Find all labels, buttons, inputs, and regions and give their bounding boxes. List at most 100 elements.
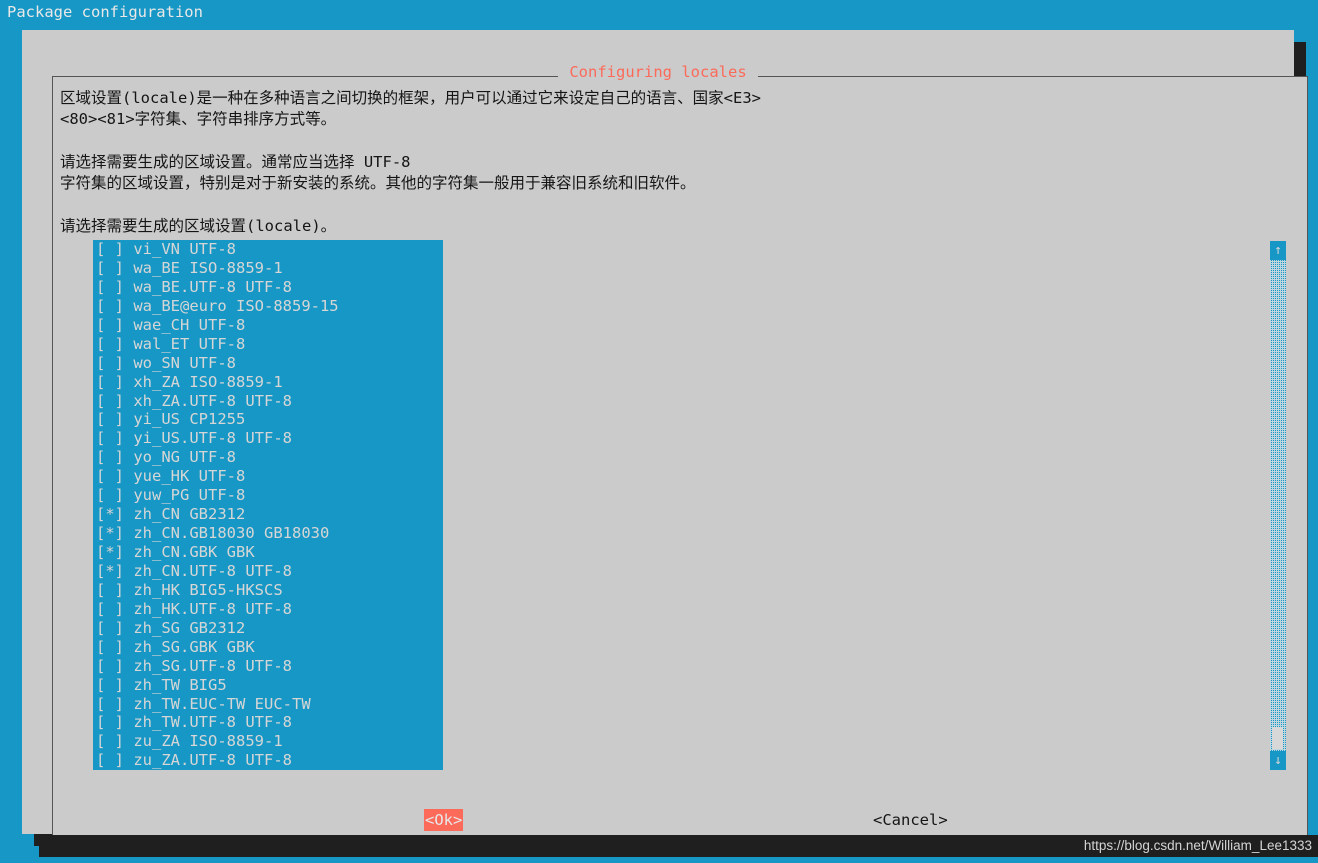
- checkbox-unchecked-icon[interactable]: [ ]: [96, 600, 124, 618]
- locale-list-item[interactable]: [ ] xh_ZA ISO-8859-1: [93, 373, 443, 392]
- locale-list-item[interactable]: [ ] wo_SN UTF-8: [93, 354, 443, 373]
- checkbox-unchecked-icon[interactable]: [ ]: [96, 448, 124, 466]
- locale-list-item[interactable]: [*] zh_CN.GB18030 GB18030: [93, 524, 443, 543]
- scroll-up-arrow-icon[interactable]: ↑: [1270, 241, 1286, 260]
- locale-list-item-label: zh_CN.GB18030 GB18030: [133, 524, 330, 543]
- checkbox-unchecked-icon[interactable]: [ ]: [96, 657, 124, 675]
- checkbox-unchecked-icon[interactable]: [ ]: [96, 410, 124, 428]
- locale-list-item[interactable]: [ ] zh_SG.GBK GBK: [93, 638, 443, 657]
- checkbox-unchecked-icon[interactable]: [ ]: [96, 240, 124, 258]
- locale-list-item[interactable]: [ ] zh_SG.UTF-8 UTF-8: [93, 657, 443, 676]
- locale-list-item[interactable]: [ ] wa_BE@euro ISO-8859-15: [93, 297, 443, 316]
- locale-list-item[interactable]: [ ] yi_US CP1255: [93, 410, 443, 429]
- locale-list-item[interactable]: [ ] zh_HK BIG5-HKSCS: [93, 581, 443, 600]
- checkbox-unchecked-icon[interactable]: [ ]: [96, 278, 124, 296]
- checkbox-unchecked-icon[interactable]: [ ]: [96, 713, 124, 731]
- locale-list-item[interactable]: [ ] zu_ZA.UTF-8 UTF-8: [93, 751, 443, 770]
- cancel-button[interactable]: <Cancel>: [872, 809, 949, 831]
- locale-list-item[interactable]: [ ] wal_ET UTF-8: [93, 335, 443, 354]
- locale-list-item[interactable]: [ ] wa_BE ISO-8859-1: [93, 259, 443, 278]
- checkbox-unchecked-icon[interactable]: [ ]: [96, 751, 124, 769]
- locale-list-item-label: zu_ZA.UTF-8 UTF-8: [133, 751, 292, 770]
- checkbox-unchecked-icon[interactable]: [ ]: [96, 619, 124, 637]
- checkbox-unchecked-icon[interactable]: [ ]: [96, 429, 124, 447]
- locale-list-item-label: xh_ZA.UTF-8 UTF-8: [133, 391, 292, 410]
- locale-list-item-label: yi_US CP1255: [133, 410, 246, 429]
- checkbox-unchecked-icon[interactable]: [ ]: [96, 486, 124, 504]
- locale-listbox[interactable]: [ ] vi_VN UTF-8[ ] wa_BE ISO-8859-1[ ] w…: [93, 240, 443, 770]
- locale-list-item-label: wo_SN UTF-8: [133, 353, 236, 372]
- checkbox-checked-icon[interactable]: [*]: [96, 543, 124, 561]
- locale-list-item[interactable]: [ ] zh_TW.UTF-8 UTF-8: [93, 713, 443, 732]
- locale-list-item[interactable]: [ ] zh_TW.EUC-TW EUC-TW: [93, 695, 443, 714]
- locale-list-item[interactable]: [*] zh_CN GB2312: [93, 505, 443, 524]
- body-line: 请选择需要生成的区域设置。通常应当选择 UTF-8: [60, 152, 411, 171]
- body-line: <80><81>字符集、字符串排序方式等。: [60, 110, 337, 129]
- locale-list-item-label: zh_CN.UTF-8 UTF-8: [133, 561, 292, 580]
- locale-list-item[interactable]: [ ] wae_CH UTF-8: [93, 316, 443, 335]
- body-blank-line: [60, 194, 1270, 215]
- ok-button[interactable]: <Ok>: [424, 809, 464, 831]
- checkbox-unchecked-icon[interactable]: [ ]: [96, 695, 124, 713]
- locale-list-item-label: zh_SG.GBK GBK: [133, 637, 255, 656]
- screen-title: Package configuration: [7, 3, 203, 21]
- checkbox-unchecked-icon[interactable]: [ ]: [96, 467, 124, 485]
- locale-list-item[interactable]: [ ] yo_NG UTF-8: [93, 448, 443, 467]
- locale-list-item-label: zh_HK BIG5-HKSCS: [133, 580, 283, 599]
- locale-list-item-label: zh_SG.UTF-8 UTF-8: [133, 656, 292, 675]
- locale-list-item-label: wa_BE ISO-8859-1: [133, 258, 283, 277]
- checkbox-unchecked-icon[interactable]: [ ]: [96, 373, 124, 391]
- locale-list-item-label: wal_ET UTF-8: [133, 334, 246, 353]
- locale-list-item[interactable]: [ ] vi_VN UTF-8: [93, 240, 443, 259]
- locale-list-item[interactable]: [ ] yi_US.UTF-8 UTF-8: [93, 429, 443, 448]
- checkbox-unchecked-icon[interactable]: [ ]: [96, 732, 124, 750]
- locale-list-item-label: zh_HK.UTF-8 UTF-8: [133, 599, 292, 618]
- locale-list-item-label: xh_ZA ISO-8859-1: [133, 372, 283, 391]
- watermark: https://blog.csdn.net/William_Lee1333: [39, 835, 1318, 857]
- locale-list-item[interactable]: [*] zh_CN.GBK GBK: [93, 543, 443, 562]
- locale-list-item-label: zh_TW.EUC-TW EUC-TW: [133, 694, 311, 713]
- locale-list-item[interactable]: [ ] zh_SG GB2312: [93, 619, 443, 638]
- checkbox-unchecked-icon[interactable]: [ ]: [96, 581, 124, 599]
- checkbox-checked-icon[interactable]: [*]: [96, 562, 124, 580]
- locale-list-item[interactable]: [ ] wa_BE.UTF-8 UTF-8: [93, 278, 443, 297]
- checkbox-unchecked-icon[interactable]: [ ]: [96, 335, 124, 353]
- locale-list-item[interactable]: [ ] zu_ZA ISO-8859-1: [93, 732, 443, 751]
- checkbox-unchecked-icon[interactable]: [ ]: [96, 297, 124, 315]
- dialog-body-text: 区域设置(locale)是一种在多种语言之间切换的框架，用户可以通过它来设定自己…: [60, 88, 1270, 237]
- package-configuration-dialog: Configuring locales 区域设置(locale)是一种在多种语言…: [22, 30, 1308, 854]
- locale-list-item-label: zh_SG GB2312: [133, 618, 246, 637]
- locale-list-item-label: yi_US.UTF-8 UTF-8: [133, 429, 292, 448]
- checkbox-unchecked-icon[interactable]: [ ]: [96, 354, 124, 372]
- scrollbar-thumb[interactable]: [1272, 727, 1283, 749]
- locale-list-item-label: zh_TW.UTF-8 UTF-8: [133, 713, 292, 732]
- locale-list-item-label: wa_BE@euro ISO-8859-15: [133, 296, 339, 315]
- locale-list-item-label: yo_NG UTF-8: [133, 448, 236, 467]
- locale-list-item[interactable]: [ ] zh_TW BIG5: [93, 676, 443, 695]
- checkbox-unchecked-icon[interactable]: [ ]: [96, 259, 124, 277]
- locale-list-item-label: yuw_PG UTF-8: [133, 486, 246, 505]
- locale-list-item[interactable]: [ ] xh_ZA.UTF-8 UTF-8: [93, 392, 443, 411]
- locale-list-item-label: zh_CN GB2312: [133, 505, 246, 524]
- locale-list-item-label: vi_VN UTF-8: [133, 240, 236, 258]
- locale-list-item-label: yue_HK UTF-8: [133, 467, 246, 486]
- checkbox-unchecked-icon[interactable]: [ ]: [96, 676, 124, 694]
- body-line: 区域设置(locale)是一种在多种语言之间切换的框架，用户可以通过它来设定自己…: [60, 89, 761, 107]
- checkbox-checked-icon[interactable]: [*]: [96, 524, 124, 542]
- locale-list-item-label: wae_CH UTF-8: [133, 315, 246, 334]
- body-line: 字符集的区域设置，特别是对于新安装的系统。其他的字符集一般用于兼容旧系统和旧软件…: [60, 174, 696, 193]
- scrollbar-track[interactable]: [1270, 260, 1286, 751]
- locale-list-item[interactable]: [ ] zh_HK.UTF-8 UTF-8: [93, 600, 443, 619]
- locale-list-item-label: zh_CN.GBK GBK: [133, 543, 255, 561]
- checkbox-unchecked-icon[interactable]: [ ]: [96, 392, 124, 410]
- checkbox-unchecked-icon[interactable]: [ ]: [96, 638, 124, 656]
- listbox-scrollbar[interactable]: ↑ ↓: [1270, 241, 1286, 770]
- scroll-down-arrow-icon[interactable]: ↓: [1270, 751, 1286, 770]
- body-line: 请选择需要生成的区域设置(locale)。: [60, 216, 337, 235]
- checkbox-checked-icon[interactable]: [*]: [96, 505, 124, 523]
- locale-list-item-label: wa_BE.UTF-8 UTF-8: [133, 277, 292, 296]
- locale-list-item[interactable]: [ ] yuw_PG UTF-8: [93, 486, 443, 505]
- locale-list-item[interactable]: [ ] yue_HK UTF-8: [93, 467, 443, 486]
- locale-list-item[interactable]: [*] zh_CN.UTF-8 UTF-8: [93, 562, 443, 581]
- checkbox-unchecked-icon[interactable]: [ ]: [96, 316, 124, 334]
